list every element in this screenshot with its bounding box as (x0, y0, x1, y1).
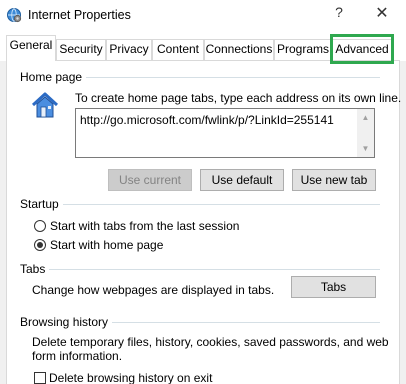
tabs-description: Change how webpages are displayed in tab… (32, 283, 275, 297)
internet-properties-dialog: Internet Properties ? ✕ General Security… (0, 0, 406, 384)
help-button[interactable]: ? (330, 4, 348, 24)
home-page-url-field[interactable]: http://go.microsoft.com/fwlink/p/?LinkId… (75, 108, 375, 158)
advanced-tab-highlight (330, 34, 394, 64)
startup-home-radio[interactable] (34, 239, 46, 251)
delete-history-on-exit-label[interactable]: Delete browsing history on exit (49, 371, 212, 384)
tabs-divider (20, 269, 380, 270)
startup-tabs-label[interactable]: Start with tabs from the last session (50, 219, 239, 233)
use-new-tab-button[interactable]: Use new tab (292, 169, 376, 191)
internet-options-icon (7, 8, 22, 23)
home-page-group-label: Home page (20, 70, 87, 84)
startup-group-label: Startup (20, 197, 63, 211)
close-button[interactable]: ✕ (370, 2, 394, 26)
title-bar: Internet Properties ? ✕ (0, 0, 406, 31)
window-title: Internet Properties (28, 8, 131, 22)
tab-privacy[interactable]: Privacy (106, 39, 152, 60)
tab-security[interactable]: Security (56, 39, 106, 60)
startup-home-label[interactable]: Start with home page (50, 238, 163, 252)
house-icon (31, 92, 59, 118)
home-page-url-text: http://go.microsoft.com/fwlink/p/?LinkId… (80, 113, 334, 127)
home-page-description: To create home page tabs, type each addr… (75, 91, 402, 105)
scroll-up-icon[interactable]: ▲ (357, 109, 374, 126)
use-current-button[interactable]: Use current (108, 169, 192, 191)
startup-divider (20, 204, 380, 205)
use-default-button[interactable]: Use default (200, 169, 284, 191)
browsing-history-description-line2: form information. (32, 349, 123, 363)
delete-history-on-exit-checkbox[interactable] (34, 372, 46, 384)
browsing-history-description-line1: Delete temporary files, history, cookies… (32, 335, 389, 349)
scroll-down-icon[interactable]: ▼ (357, 140, 374, 157)
startup-tabs-radio[interactable] (34, 220, 46, 232)
tab-general[interactable]: General (6, 35, 56, 61)
tabs-button[interactable]: Tabs (291, 276, 376, 298)
tab-connections[interactable]: Connections (204, 39, 274, 60)
browsing-history-group-label: Browsing history (20, 315, 113, 329)
tab-programs[interactable]: Programs (274, 39, 332, 60)
url-field-scrollbar[interactable]: ▲ ▼ (357, 109, 374, 157)
tab-content[interactable]: Content (152, 39, 204, 60)
tabs-group-label: Tabs (20, 262, 50, 276)
